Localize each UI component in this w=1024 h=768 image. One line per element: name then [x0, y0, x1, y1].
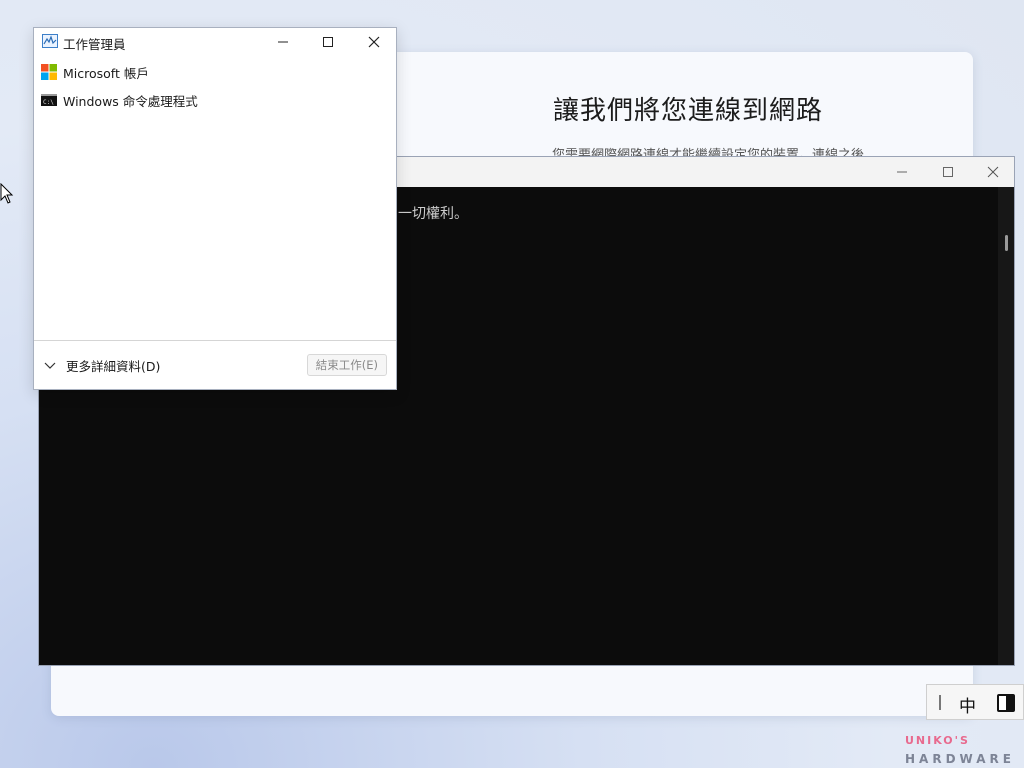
task-manager-icon — [42, 34, 58, 48]
task-manager-titlebar[interactable]: 工作管理員 — [34, 28, 396, 56]
maximize-icon — [323, 37, 333, 47]
cmd-scrollbar-thumb[interactable] — [1005, 235, 1008, 251]
svg-text:C:\: C:\ — [43, 99, 54, 106]
task-manager-process-list: Microsoft 帳戶 C:\ Windows 命令處理程式 — [34, 58, 396, 114]
list-item-label: Windows 命令處理程式 — [63, 94, 198, 109]
chevron-down-icon — [44, 362, 56, 369]
cmd-output-text: 一切權利。 — [398, 206, 468, 222]
half-full-width-icon[interactable] — [997, 694, 1015, 712]
close-icon — [987, 166, 999, 178]
more-details-label: 更多詳細資料(D) — [66, 359, 161, 374]
oobe-title: 讓我們將您連線到網路 — [553, 96, 824, 126]
ime-indicator[interactable]: 中 — [926, 684, 1024, 720]
task-manager-footer: 更多詳細資料(D) 結束工作(E) — [34, 340, 396, 389]
watermark-bottom: HARDWARE — [905, 752, 1015, 766]
task-manager-title: 工作管理員 — [63, 37, 126, 52]
watermark-top: UNIKO'S — [905, 734, 970, 747]
minimize-icon — [278, 41, 288, 43]
ime-mode-toggle[interactable]: 中 — [959, 692, 976, 717]
cmd-close-button[interactable] — [970, 157, 1016, 187]
cmd-maximize-button[interactable] — [925, 157, 971, 187]
task-manager-minimize-button[interactable] — [260, 28, 306, 56]
end-task-button[interactable]: 結束工作(E) — [306, 354, 387, 376]
minimize-icon — [897, 171, 907, 173]
microsoft-logo-icon — [41, 64, 57, 80]
mouse-cursor-icon — [0, 183, 14, 204]
maximize-icon — [943, 167, 953, 177]
list-item-label: Microsoft 帳戶 — [63, 66, 149, 81]
cmd-minimize-button[interactable] — [879, 157, 925, 187]
task-manager-close-button[interactable] — [351, 28, 397, 56]
task-manager-maximize-button[interactable] — [305, 28, 351, 56]
cmd-scrollbar[interactable] — [998, 187, 1014, 665]
close-icon — [368, 36, 380, 48]
list-item[interactable]: C:\ Windows 命令處理程式 — [34, 86, 396, 114]
more-details-button[interactable]: 更多詳細資料(D) — [44, 356, 160, 375]
task-manager-window[interactable]: 工作管理員 Microsoft 帳戶 C:\ Windows 命令處理程式 更多… — [33, 27, 397, 390]
list-item[interactable]: Microsoft 帳戶 — [34, 58, 396, 86]
cmd-icon: C:\ — [41, 94, 57, 106]
ime-divider — [939, 695, 941, 710]
